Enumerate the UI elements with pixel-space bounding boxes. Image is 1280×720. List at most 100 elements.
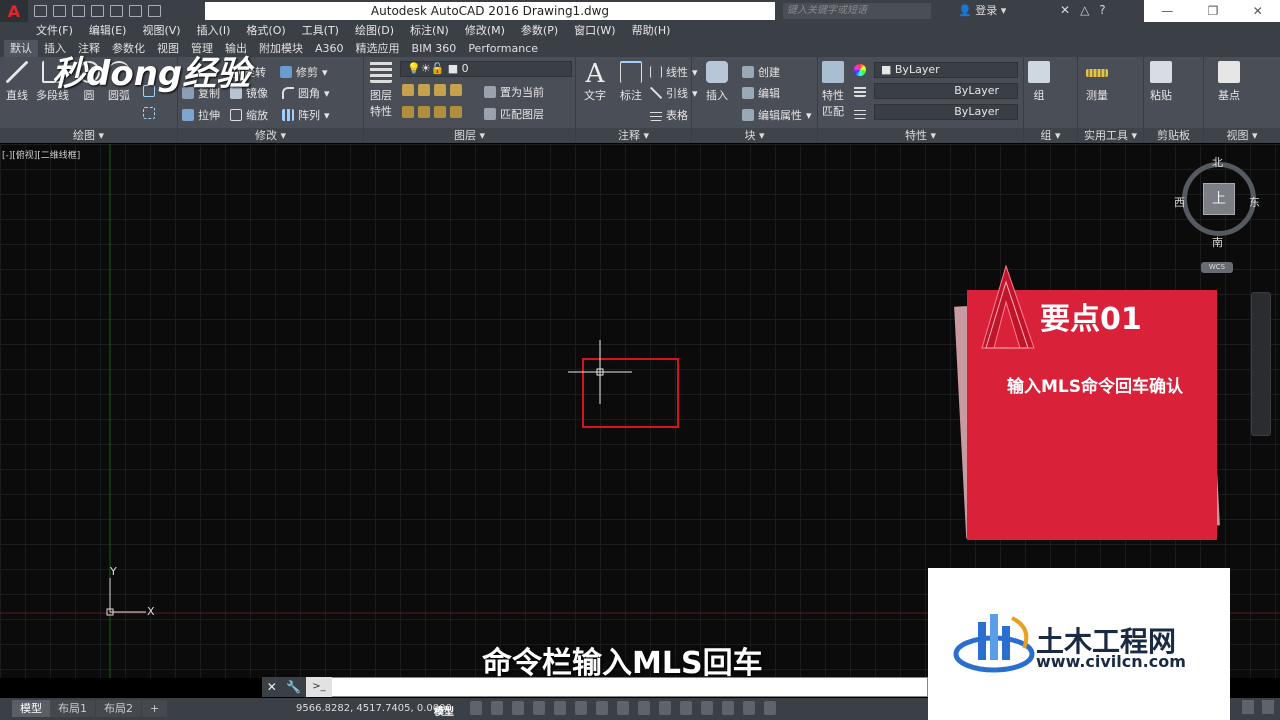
- autocad-logo-button[interactable]: A: [0, 0, 28, 22]
- workspace-icon[interactable]: [764, 701, 776, 715]
- 3d-osnap-icon[interactable]: [722, 701, 734, 715]
- tab-model[interactable]: 模型: [12, 700, 50, 717]
- group-button[interactable]: 组: [1028, 61, 1050, 103]
- command-prompt-icon[interactable]: >_: [306, 677, 332, 697]
- menu-window[interactable]: 窗口(W): [574, 22, 615, 40]
- linear-dim-button[interactable]: 线性 ▾: [650, 64, 698, 80]
- layers-panel-title[interactable]: 图层 ▾: [364, 128, 575, 143]
- menu-insert[interactable]: 插入(I): [197, 22, 231, 40]
- transparency-icon[interactable]: [680, 701, 692, 715]
- compass-west[interactable]: 西: [1174, 194, 1185, 210]
- autodesk-app-icon[interactable]: △: [1080, 3, 1089, 17]
- new-file-icon[interactable]: [34, 5, 47, 17]
- match-properties-button[interactable]: 特性 匹配: [822, 61, 844, 119]
- menu-help[interactable]: 帮助(H): [632, 22, 671, 40]
- layer-on-icon[interactable]: [402, 106, 414, 118]
- viewcube[interactable]: 上: [1178, 158, 1256, 242]
- table-button[interactable]: 表格: [650, 107, 688, 123]
- layer-off-icon[interactable]: [402, 84, 414, 96]
- trim-button[interactable]: 修剪 ▾: [280, 64, 328, 80]
- ortho-icon[interactable]: [554, 701, 566, 715]
- edit-attributes-button[interactable]: 编辑属性 ▾: [742, 107, 812, 123]
- object-snap-icon[interactable]: [638, 701, 650, 715]
- menu-format[interactable]: 格式(O): [246, 22, 285, 40]
- stretch-button[interactable]: 拉伸: [182, 107, 220, 123]
- customization-icon[interactable]: [1262, 700, 1274, 714]
- layer-dropdown[interactable]: 💡☀🔓 ■ 0: [400, 61, 572, 77]
- modify-panel-title[interactable]: 修改 ▾: [178, 128, 363, 143]
- selection-cycling-icon[interactable]: [701, 701, 713, 715]
- close-command-icon[interactable]: ✕: [267, 680, 277, 694]
- array-button[interactable]: 阵列 ▾: [282, 107, 330, 123]
- layer-isolate-icon[interactable]: [418, 84, 430, 96]
- search-input[interactable]: 键入关键字或短语: [783, 3, 931, 19]
- polar-icon[interactable]: [575, 701, 587, 715]
- add-layout-button[interactable]: +: [142, 700, 168, 717]
- menu-edit[interactable]: 编辑(E): [89, 22, 127, 40]
- layer-lock-icon[interactable]: [450, 84, 462, 96]
- isodraft-icon[interactable]: [596, 701, 608, 715]
- navigation-bar[interactable]: [1251, 292, 1271, 436]
- base-view-button[interactable]: 基点: [1218, 61, 1240, 103]
- save-as-icon[interactable]: [91, 5, 104, 17]
- menu-draw[interactable]: 绘图(D): [355, 22, 394, 40]
- exchange-icon[interactable]: ✕: [1060, 3, 1070, 17]
- color-wheel-icon[interactable]: [854, 64, 866, 76]
- layer-unlock-icon[interactable]: [450, 106, 462, 118]
- tab-default[interactable]: 默认: [4, 40, 38, 57]
- create-block-button[interactable]: 创建: [742, 64, 780, 80]
- menu-dimension[interactable]: 标注(N): [410, 22, 449, 40]
- menu-tools[interactable]: 工具(T): [302, 22, 339, 40]
- scale-button[interactable]: 缩放: [230, 107, 268, 123]
- print-icon[interactable]: [110, 5, 123, 17]
- dynamic-input-icon[interactable]: [533, 701, 545, 715]
- insert-block-button[interactable]: 插入: [706, 61, 728, 103]
- undo-icon[interactable]: [129, 5, 142, 17]
- tab-addins[interactable]: 附加模块: [253, 40, 309, 57]
- viewcube-top-face[interactable]: 上: [1203, 183, 1235, 215]
- view-panel-title[interactable]: 视图 ▾: [1204, 128, 1280, 143]
- model-space-toggle[interactable]: 模型: [434, 703, 454, 718]
- linetype-icon[interactable]: [854, 107, 866, 119]
- tab-bim360[interactable]: BIM 360: [406, 40, 463, 57]
- annotation-scale-icon[interactable]: [743, 701, 755, 715]
- menu-parametric[interactable]: 参数(P): [521, 22, 558, 40]
- edit-block-button[interactable]: 编辑: [742, 85, 780, 101]
- layer-freeze-icon[interactable]: [434, 84, 446, 96]
- restore-icon[interactable]: ❐: [1208, 4, 1219, 18]
- lineweight-icon[interactable]: [854, 85, 866, 97]
- text-button[interactable]: A 文字: [584, 61, 606, 103]
- draw-panel-title[interactable]: 绘图 ▾: [0, 128, 177, 143]
- groups-panel-title[interactable]: 组 ▾: [1024, 128, 1077, 143]
- object-snap-tracking-icon[interactable]: [617, 701, 629, 715]
- save-icon[interactable]: [72, 5, 85, 17]
- menu-view[interactable]: 视图(V): [142, 22, 180, 40]
- measure-button[interactable]: 测量: [1086, 61, 1108, 103]
- coordinates-readout[interactable]: 9566.8282, 4517.7405, 0.0000: [296, 703, 452, 714]
- match-layer-button[interactable]: 匹配图层: [484, 106, 544, 122]
- tab-layout2[interactable]: 布局2: [96, 700, 141, 717]
- utilities-panel-title[interactable]: 实用工具 ▾: [1078, 128, 1143, 143]
- help-icon[interactable]: ?: [1099, 3, 1105, 17]
- set-current-button[interactable]: 置为当前: [484, 84, 544, 100]
- menu-file[interactable]: 文件(F): [36, 22, 73, 40]
- clipboard-panel-title[interactable]: 剪贴板: [1144, 128, 1203, 143]
- sign-in-button[interactable]: 👤 登录 ▾: [958, 3, 1006, 19]
- fillet-button[interactable]: 圆角 ▾: [282, 85, 330, 101]
- properties-panel-title[interactable]: 特性 ▾: [818, 128, 1023, 143]
- menu-modify[interactable]: 修改(M): [465, 22, 505, 40]
- close-icon[interactable]: ✕: [1253, 4, 1263, 18]
- command-input[interactable]: [332, 680, 922, 694]
- compass-east[interactable]: 东: [1249, 194, 1260, 210]
- tab-featured-apps[interactable]: 精选应用: [350, 40, 406, 57]
- annotation-panel-title[interactable]: 注释 ▾: [576, 128, 691, 143]
- layer-thaw-icon[interactable]: [434, 106, 446, 118]
- tab-layout1[interactable]: 布局1: [50, 700, 95, 717]
- paste-button[interactable]: 粘贴: [1150, 61, 1172, 103]
- infer-constraints-icon[interactable]: [512, 701, 524, 715]
- tab-performance[interactable]: Performance: [462, 40, 544, 57]
- linetype-dropdown[interactable]: ByLayer: [874, 104, 1018, 120]
- layer-unisolate-icon[interactable]: [418, 106, 430, 118]
- leader-button[interactable]: 引线 ▾: [650, 85, 698, 101]
- lineweight-dropdown[interactable]: ByLayer: [874, 83, 1018, 99]
